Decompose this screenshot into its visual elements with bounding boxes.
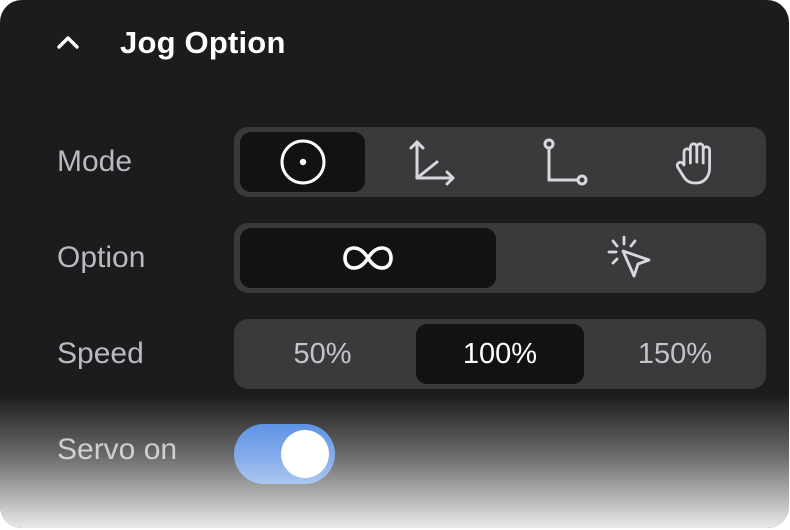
target-circle-icon <box>280 139 325 185</box>
speed-segmented-control: 50% 100% 150% <box>234 319 766 389</box>
servo-label: Servo on <box>57 433 178 466</box>
mode-option-axes[interactable] <box>370 132 495 192</box>
servo-toggle[interactable] <box>234 424 335 484</box>
mode-segmented-control <box>234 127 766 197</box>
option-segmented-control <box>234 223 766 293</box>
speed-option-label: 150% <box>637 338 713 370</box>
speed-option-label: 50% <box>293 338 352 370</box>
infinity-icon <box>343 246 393 270</box>
mode-label: Mode <box>57 145 133 178</box>
jog-option-panel: Jog Option Mode Option Speed 50% 100% 15… <box>0 0 789 528</box>
chevron-up-icon <box>57 36 79 49</box>
mode-option-hand[interactable] <box>634 132 759 192</box>
cursor-click-icon <box>607 235 651 278</box>
option-continuous[interactable] <box>240 228 496 288</box>
mode-option-joint[interactable] <box>502 132 627 192</box>
panel-header: Jog Option <box>0 0 789 86</box>
hand-icon <box>675 142 711 185</box>
mode-option-target[interactable] <box>240 132 365 192</box>
speed-option-50[interactable]: 50% <box>240 324 405 384</box>
joint-link-icon <box>543 138 587 186</box>
speed-option-label: 100% <box>462 338 538 370</box>
panel-title: Jog Option <box>120 25 286 60</box>
collapse-button[interactable] <box>50 24 86 60</box>
speed-option-150[interactable]: 150% <box>590 324 760 384</box>
option-step-click[interactable] <box>502 228 760 288</box>
speed-option-100[interactable]: 100% <box>416 324 584 384</box>
axes-arrows-icon <box>409 140 454 186</box>
speed-label: Speed <box>57 337 144 370</box>
toggle-knob <box>281 430 329 478</box>
option-label: Option <box>57 241 146 274</box>
